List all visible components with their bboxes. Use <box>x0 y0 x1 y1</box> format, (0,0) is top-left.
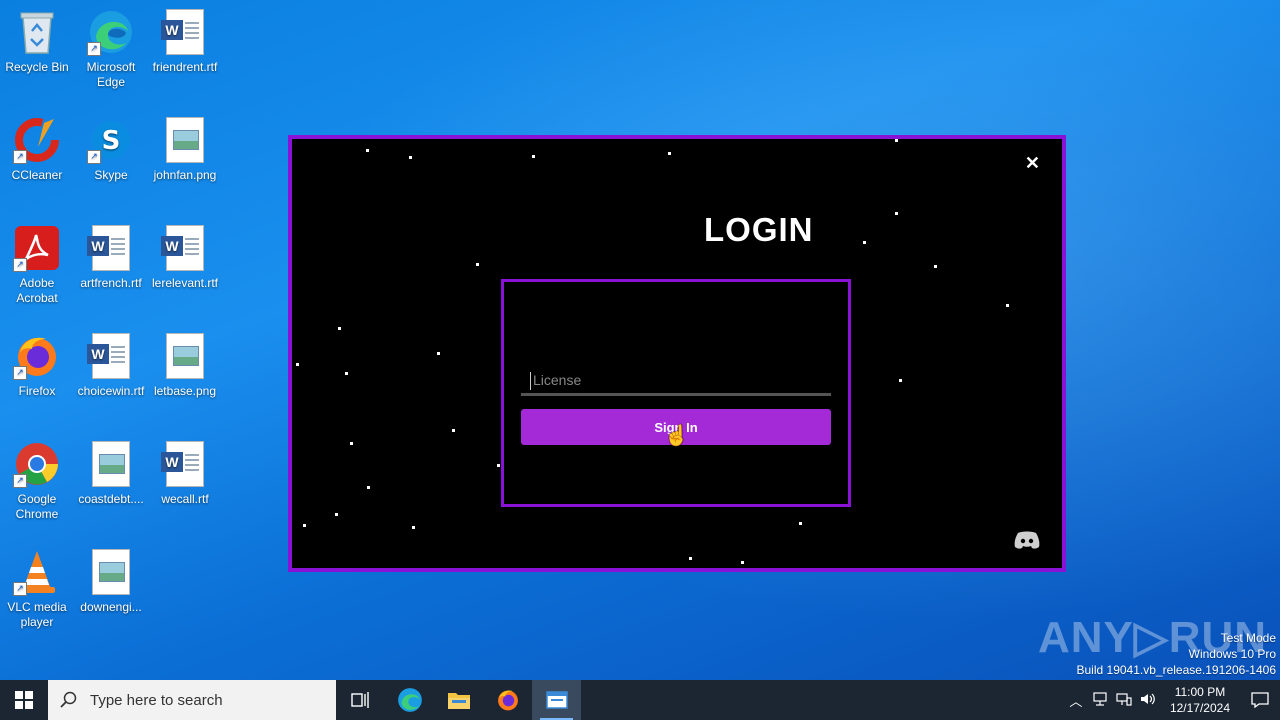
desktop-icon-artfrench[interactable]: W artfrench.rtf <box>74 224 148 291</box>
notification-icon <box>1251 692 1269 708</box>
desktop-icon-label: artfrench.rtf <box>80 276 142 290</box>
desktop-icon-label: Adobe Acrobat <box>16 276 58 305</box>
image-file-icon <box>87 440 135 488</box>
clock-time: 11:00 PM <box>1174 685 1226 699</box>
desktop-icon-label: choicewin.rtf <box>77 384 145 398</box>
skype-icon: S ↗ <box>87 116 135 164</box>
desktop-icon-label: letbase.png <box>153 384 217 398</box>
desktop-icon-label: friendrent.rtf <box>152 60 218 74</box>
taskbar-file-explorer[interactable] <box>434 680 483 720</box>
word-document-icon: W <box>87 332 135 380</box>
ethernet-icon[interactable] <box>1112 692 1136 709</box>
word-document-icon: W <box>87 224 135 272</box>
windows-logo-icon <box>15 691 33 709</box>
close-button[interactable]: ✕ <box>1025 153 1040 174</box>
shortcut-arrow-icon: ↗ <box>87 42 101 56</box>
word-document-icon: W <box>161 8 209 56</box>
os-label: Windows 10 Pro <box>1188 647 1276 661</box>
shortcut-arrow-icon: ↗ <box>13 474 27 488</box>
desktop-icon-choicewin[interactable]: W choicewin.rtf <box>74 332 148 399</box>
edge-icon <box>397 688 422 712</box>
license-input[interactable] <box>521 366 831 396</box>
start-button[interactable] <box>0 680 48 720</box>
taskbar-login-app[interactable] <box>532 680 581 720</box>
desktop-icon-acrobat[interactable]: ↗ Adobe Acrobat <box>0 224 74 306</box>
desktop-icon-label: downengi... <box>80 600 142 614</box>
firefox-icon: ↗ <box>13 332 61 380</box>
desktop-icon-label: coastdebt.... <box>78 492 144 506</box>
desktop-icon-downengi[interactable]: downengi... <box>74 548 148 615</box>
acrobat-icon: ↗ <box>13 224 61 272</box>
search-icon <box>60 691 77 708</box>
desktop-icon-skype[interactable]: S ↗ Skype <box>74 116 148 183</box>
desktop-icon-johnfan[interactable]: johnfan.png <box>148 116 222 183</box>
shortcut-arrow-icon: ↗ <box>13 150 27 164</box>
taskbar-search[interactable]: Type here to search <box>48 680 336 720</box>
word-document-icon: W <box>161 224 209 272</box>
network-icon[interactable] <box>1088 691 1112 709</box>
desktop-icon-lerelevant[interactable]: W lerelevant.rtf <box>148 224 222 291</box>
desktop-icon-label: lerelevant.rtf <box>151 276 219 290</box>
build-label: Build 19041.vb_release.191206-1406 <box>1076 663 1277 677</box>
login-form: Sign In <box>501 279 851 507</box>
desktop-icon-ccleaner[interactable]: ↗ CCleaner <box>0 116 74 183</box>
desktop-icon-wecall[interactable]: W wecall.rtf <box>148 440 222 507</box>
system-tray: ︿ 11:00 PM 12/17/2024 <box>1064 680 1280 720</box>
desktop-icon-vlc[interactable]: ↗ VLC media player <box>0 548 74 630</box>
desktop-icon-recycle-bin[interactable]: Recycle Bin <box>0 8 74 75</box>
desktop-icon-chrome[interactable]: ↗ Google Chrome <box>0 440 74 522</box>
hand-pointer-icon: ☝ <box>664 425 689 447</box>
shortcut-arrow-icon: ↗ <box>13 366 27 380</box>
desktop-icon-label: Firefox <box>18 384 56 398</box>
desktop-icon-letbase[interactable]: letbase.png <box>148 332 222 399</box>
desktop-icon-label: Skype <box>94 168 128 182</box>
desktop-icon-label: wecall.rtf <box>161 492 209 506</box>
search-placeholder: Type here to search <box>90 691 223 709</box>
image-file-icon <box>161 116 209 164</box>
recycle-bin-icon <box>13 8 61 56</box>
shortcut-arrow-icon: ↗ <box>13 258 27 272</box>
taskbar-firefox[interactable] <box>483 680 532 720</box>
vlc-cone-icon: ↗ <box>13 548 61 596</box>
edge-icon: ↗ <box>87 8 135 56</box>
login-window: ✕ LOGIN Sign In ☝ <box>288 135 1066 572</box>
discord-icon[interactable] <box>1014 530 1040 550</box>
svg-text:S: S <box>102 126 121 156</box>
text-caret <box>530 372 531 390</box>
notification-center-button[interactable] <box>1240 680 1280 720</box>
desktop-icon-label: Microsoft Edge <box>86 60 136 89</box>
desktop-icon-coastdebt[interactable]: coastdebt.... <box>74 440 148 507</box>
desktop-icon-label: CCleaner <box>11 168 63 182</box>
test-mode-label: Test Mode <box>1220 631 1276 645</box>
desktop-icon-firefox[interactable]: ↗ Firefox <box>0 332 74 399</box>
shortcut-arrow-icon: ↗ <box>87 150 101 164</box>
volume-icon[interactable] <box>1136 692 1160 709</box>
image-file-icon <box>87 548 135 596</box>
desktop-icon-label: johnfan.png <box>153 168 217 182</box>
clock[interactable]: 11:00 PM 12/17/2024 <box>1160 684 1240 716</box>
taskbar: Type here to search ︿ 11:00 PM 12/17/202… <box>0 680 1280 720</box>
desktop-icon-friendrent[interactable]: W friendrent.rtf <box>148 8 222 75</box>
shortcut-arrow-icon: ↗ <box>13 582 27 596</box>
desktop-icon-label: Google Chrome <box>15 492 59 521</box>
chrome-icon: ↗ <box>13 440 61 488</box>
app-window-icon <box>545 691 568 709</box>
image-file-icon <box>161 332 209 380</box>
taskbar-edge[interactable] <box>385 680 434 720</box>
login-title: LOGIN <box>704 211 814 248</box>
word-document-icon: W <box>161 440 209 488</box>
task-view-button[interactable] <box>336 680 385 720</box>
desktop-icon-edge[interactable]: ↗ Microsoft Edge <box>74 8 148 90</box>
system-info: Test Mode Windows 10 Pro Build 19041.vb_… <box>1077 630 1277 678</box>
desktop-icon-label: VLC media player <box>7 600 67 629</box>
ccleaner-icon: ↗ <box>13 116 61 164</box>
firefox-icon <box>497 690 518 711</box>
chevron-up-icon[interactable]: ︿ <box>1064 691 1088 710</box>
folder-icon <box>447 693 470 709</box>
desktop-icon-label: Recycle Bin <box>5 60 69 74</box>
clock-date: 12/17/2024 <box>1169 701 1230 715</box>
task-view-icon <box>350 692 369 708</box>
